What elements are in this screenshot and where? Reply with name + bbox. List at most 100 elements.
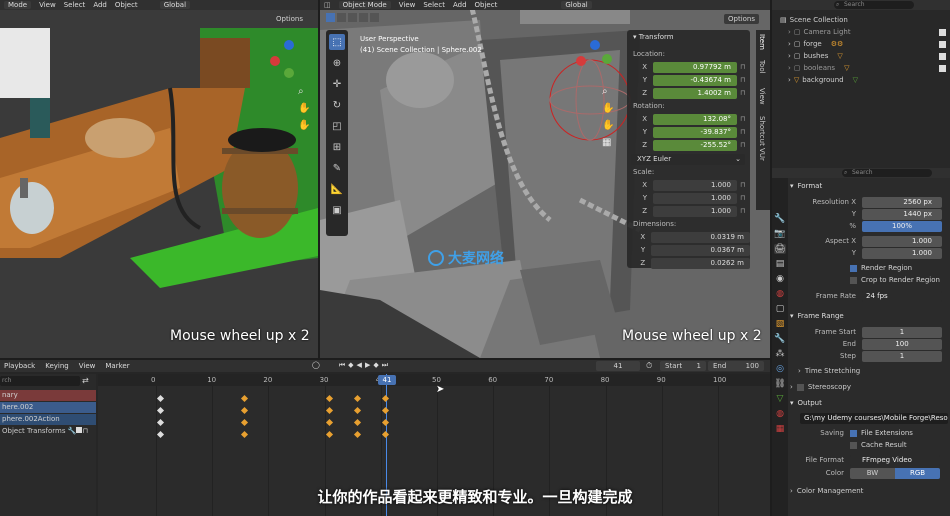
prev-key-icon[interactable]: ◆ — [348, 361, 353, 370]
properties-search[interactable]: ⌕ Search — [842, 169, 932, 177]
play-icon[interactable]: ▶ — [365, 361, 370, 370]
swap-icon[interactable]: ⇄ — [82, 376, 89, 385]
format-section[interactable]: ▾ Format — [790, 180, 950, 192]
location-y-field[interactable]: -0.43674 m — [653, 74, 737, 86]
rotate-icon[interactable]: ↻ — [329, 97, 345, 113]
location-x-field[interactable]: 0.97792 m — [653, 61, 737, 73]
visibility-checkbox[interactable] — [939, 64, 946, 72]
time-stretching-section[interactable]: › Time Stretching — [790, 365, 950, 377]
data-tab-icon[interactable]: ▽ — [777, 394, 784, 404]
menu-add[interactable]: Add — [453, 1, 467, 9]
zoom-icon[interactable]: ⌕ — [298, 86, 312, 97]
left-menu-add[interactable]: Add — [93, 1, 107, 9]
keyframe[interactable] — [325, 418, 333, 427]
lock-icon[interactable]: ⊓ — [740, 181, 750, 189]
frame-step-field[interactable]: 1 — [862, 350, 942, 362]
keyframe[interactable] — [241, 394, 249, 403]
location-z-field[interactable]: 1.4002 m — [653, 87, 737, 99]
auto-key-icon[interactable]: ◯ — [312, 361, 320, 370]
main-hand-pan-icon[interactable]: ✋ — [602, 103, 614, 114]
end-frame-field[interactable]: End 100 — [708, 361, 764, 371]
scale-icon[interactable]: ◰ — [329, 118, 345, 134]
lock-icon[interactable]: ⊓ — [740, 76, 750, 84]
cache-result-checkbox[interactable] — [850, 441, 857, 449]
keyframe[interactable] — [353, 418, 361, 427]
main-camera-icon[interactable]: ✋ — [602, 120, 614, 131]
frame-end-field[interactable]: 100 — [862, 338, 942, 350]
jump-start-icon[interactable]: ⏮ — [339, 361, 345, 370]
object-mode-dropdown[interactable]: Object Mode — [338, 1, 391, 9]
main-gizmo-z-icon[interactable] — [590, 40, 600, 50]
outliner-item-background[interactable]: › ▽ background ▽ — [772, 74, 950, 86]
keyframe[interactable] — [156, 406, 165, 415]
select-box-icon[interactable]: ⬚ — [329, 34, 345, 50]
outliner-search[interactable]: ⌕ Search — [834, 1, 914, 9]
keyframe[interactable] — [156, 394, 165, 403]
timeline-menu-playback[interactable]: Playback — [4, 362, 35, 370]
physics-tab-icon[interactable]: ◎ — [776, 364, 784, 374]
render-tab-icon[interactable]: 📷 — [774, 229, 785, 239]
playhead-frame-indicator[interactable]: 41 — [378, 375, 396, 385]
lock-icon[interactable]: ⊓ — [740, 115, 750, 123]
left-mode-dropdown[interactable]: Mode — [4, 1, 32, 9]
tool-tab-icon[interactable]: 🔧 — [774, 214, 785, 224]
left-viewport[interactable]: Mode View Select Add Object Global Optio… — [0, 0, 318, 358]
main-grid-icon[interactable]: ▦ — [602, 137, 614, 148]
rotation-z-field[interactable]: -255.52° — [653, 139, 737, 151]
start-frame-field[interactable]: Start 1 — [660, 361, 706, 371]
keyframe[interactable] — [381, 418, 389, 427]
material-tab-icon[interactable]: ◍ — [776, 409, 784, 419]
left-options-button[interactable]: Options — [272, 14, 308, 24]
scene-tab-icon[interactable]: ◉ — [776, 274, 784, 284]
hand-pan-icon[interactable]: ✋ — [298, 103, 312, 114]
rotation-x-field[interactable]: 132.08° — [653, 113, 737, 125]
tab-shortcut[interactable]: Shortcut VUr — [758, 116, 766, 161]
keyframe[interactable] — [241, 418, 249, 427]
keyframe[interactable] — [353, 430, 361, 439]
frame-rate-dropdown[interactable]: 24 fps — [862, 290, 942, 302]
resolution-percent-slider[interactable]: 100% — [862, 220, 942, 232]
stereoscopy-checkbox[interactable] — [796, 383, 804, 391]
collection-tab-icon[interactable]: ▢ — [776, 304, 785, 314]
modifier-tab-icon[interactable]: 🔧 — [774, 334, 785, 344]
lock-icon[interactable]: ⊓ — [740, 89, 750, 97]
aspect-x-field[interactable]: 1.000 — [862, 235, 942, 247]
outliner-item-camera-light[interactable]: › ▢ Camera Light — [772, 26, 950, 38]
timeline-menu-keying[interactable]: Keying — [45, 362, 69, 370]
frame-range-section[interactable]: ▾ Frame Range — [790, 310, 950, 322]
timeline-menu-view[interactable]: View — [79, 362, 96, 370]
keyframe[interactable] — [241, 430, 249, 439]
file-extensions-checkbox[interactable] — [850, 429, 857, 437]
tab-view[interactable]: View — [758, 88, 766, 105]
camera-view-icon[interactable]: ✋ — [298, 120, 312, 131]
tab-tool[interactable]: Tool — [758, 60, 766, 74]
keyframe[interactable] — [381, 394, 389, 403]
lock-icon[interactable]: ⊓ — [82, 427, 87, 435]
channel-search[interactable]: rch — [0, 376, 80, 386]
dimensions-z-field[interactable]: 0.0262 m — [651, 257, 750, 269]
play-reverse-icon[interactable]: ◀ — [357, 361, 362, 370]
stereoscopy-section[interactable]: › Stereoscopy — [790, 381, 950, 393]
visibility-checkbox[interactable] — [939, 40, 946, 48]
left-menu-view[interactable]: View — [39, 1, 56, 9]
main-options-button[interactable]: Options — [724, 14, 760, 24]
lock-icon[interactable]: ⊓ — [740, 141, 750, 149]
object-tab-icon[interactable]: ▧ — [776, 319, 785, 329]
measure-icon[interactable]: 📐 — [329, 181, 345, 197]
add-cube-icon[interactable]: ▣ — [329, 202, 345, 218]
crop-region-checkbox[interactable] — [850, 276, 857, 284]
timeline-menu-marker[interactable]: Marker — [105, 362, 129, 370]
left-transform-dropdown[interactable]: Global — [159, 1, 191, 9]
output-section[interactable]: ▾ Output — [790, 397, 950, 409]
main-gizmo-y-icon[interactable] — [602, 54, 612, 64]
keyframe[interactable] — [353, 406, 361, 415]
track-object[interactable]: here.002 — [0, 402, 96, 413]
scale-x-field[interactable]: 1.000 — [653, 179, 737, 191]
track-action[interactable]: phere.002Action — [0, 414, 96, 425]
main-gizmo-x-icon[interactable] — [576, 56, 586, 66]
select-extend-icon[interactable] — [337, 13, 346, 22]
current-frame-field[interactable]: 41 — [596, 361, 640, 371]
editor-type-icon[interactable]: ◫ — [324, 1, 331, 9]
menu-select[interactable]: Select — [423, 1, 445, 9]
keyframe[interactable] — [325, 406, 333, 415]
